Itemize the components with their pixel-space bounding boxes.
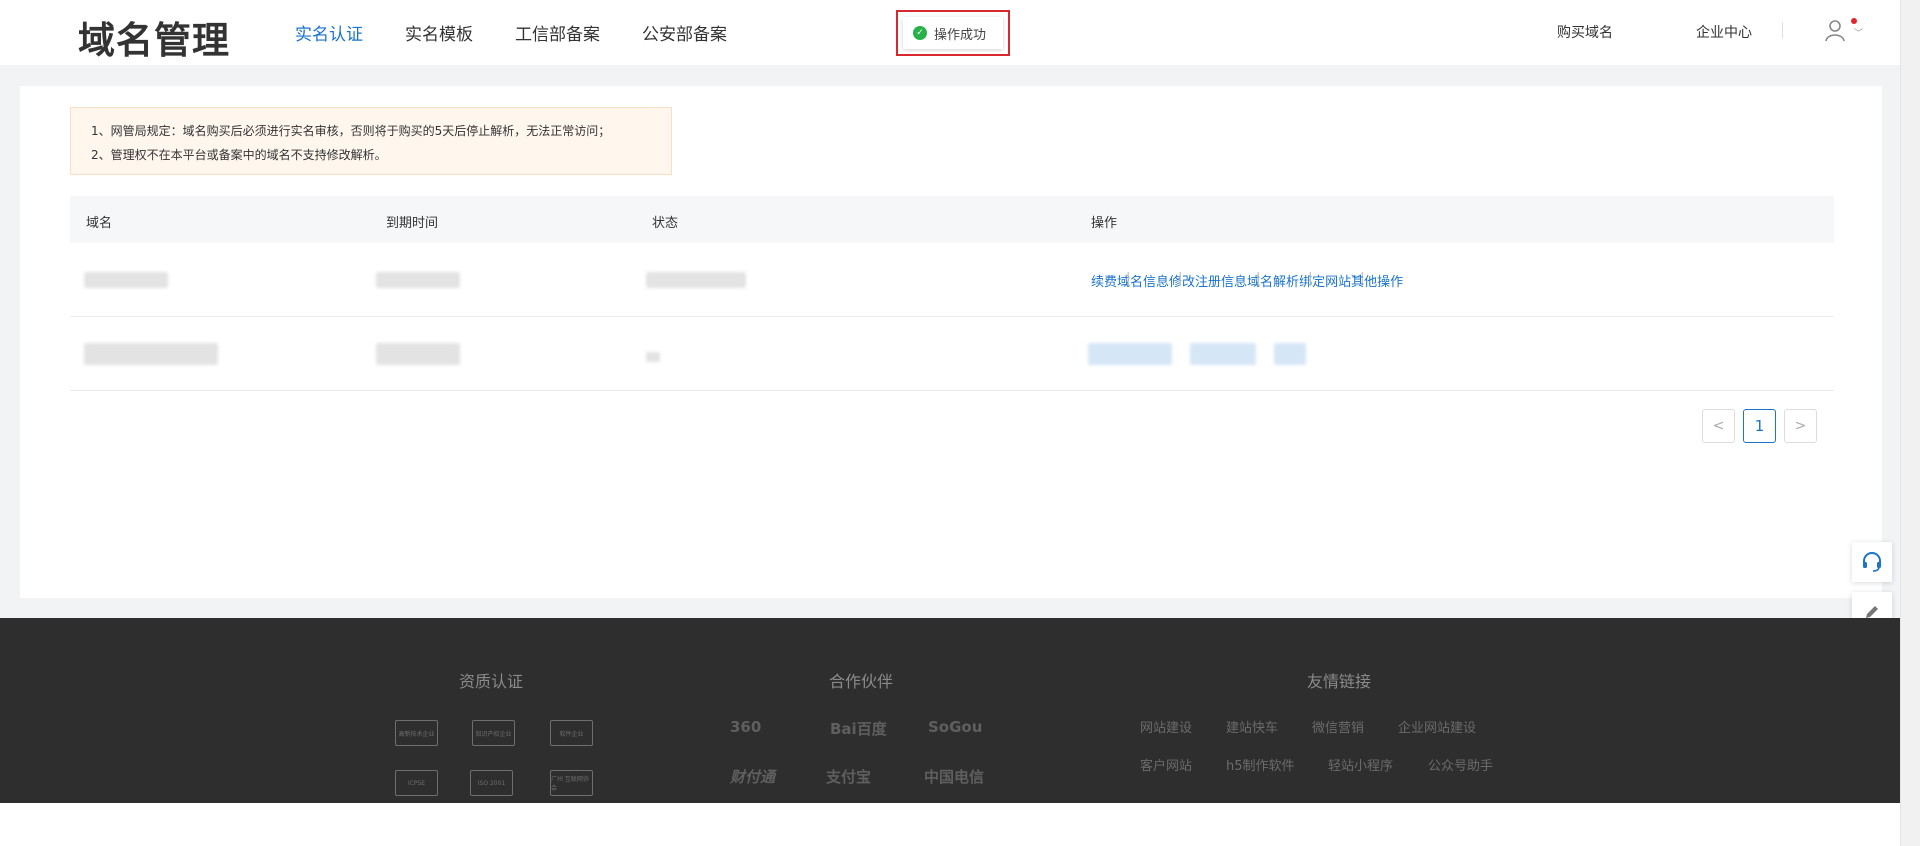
redacted-action (1088, 343, 1172, 365)
pagination-next[interactable]: > (1784, 409, 1817, 443)
footer-link[interactable]: 微信营销 (1312, 717, 1364, 736)
top-header: 域名管理 实名认证 实名模板 工信部备案 公安部备案 ✓ 操作成功 购买域名 企… (0, 0, 1900, 65)
cert-badge: 知识产权企业 (472, 720, 515, 746)
buy-domain-link[interactable]: 购买域名 (1557, 22, 1613, 42)
headset-icon (1863, 552, 1881, 572)
pagination-prev[interactable]: < (1702, 409, 1735, 443)
footer-link[interactable]: h5制作软件 (1226, 755, 1295, 774)
notification-dot (1851, 18, 1857, 24)
partner-logo-sogou: SoGou (928, 718, 983, 736)
col-expire-date: 到期时间 (386, 216, 439, 231)
site-footer: 资质认证 高新技术企业 知识产权企业 软件企业 ICPSE ISO 2001 广… (0, 618, 1900, 803)
redacted-action (1190, 343, 1256, 365)
partner-logo-360: 360 (730, 718, 762, 736)
notice-line-1: 1、网管局规定：域名购买后必须进行实名审核，否则将于购买的5天后停止解析，无法正… (91, 124, 611, 138)
redacted-status (646, 272, 746, 288)
user-menu[interactable]: ﹀ (1824, 18, 1864, 44)
footer-link[interactable]: 客户网站 (1140, 755, 1192, 774)
bind-website-link[interactable]: 绑定网站 (1299, 275, 1351, 290)
col-domain: 域名 (86, 216, 113, 231)
success-toast: ✓ 操作成功 (903, 17, 1003, 49)
main-nav: 实名认证 实名模板 工信部备案 公安部备案 (295, 20, 769, 45)
redacted-domain (84, 272, 168, 288)
header-divider (1782, 22, 1783, 38)
footer-link[interactable]: 网站建设 (1140, 717, 1192, 736)
tab-real-name-auth[interactable]: 实名认证 (295, 20, 363, 45)
redacted-expire-date (376, 343, 460, 365)
redacted-status (646, 352, 660, 362)
col-actions: 操作 (1091, 216, 1118, 231)
success-toast-highlight: ✓ 操作成功 (896, 10, 1010, 56)
partner-logo-baidu: Bai百度 (830, 720, 887, 738)
footer-partners-title: 合作伙伴 (829, 672, 894, 691)
pagination-page-1[interactable]: 1 (1743, 409, 1776, 443)
check-circle-icon: ✓ (913, 26, 927, 40)
chevron-down-icon: ﹀ (1351, 275, 1362, 286)
footer-link[interactable]: 建站快车 (1226, 717, 1278, 736)
tab-police-filing[interactable]: 公安部备案 (642, 20, 727, 45)
footer-link[interactable]: 轻站小程序 (1328, 755, 1393, 774)
dns-resolve-link[interactable]: 域名解析 (1247, 275, 1299, 290)
cert-badge: ISO 2001 (470, 770, 513, 796)
cert-badge: 软件企业 (550, 720, 593, 746)
footer-links-title: 友情链接 (1307, 672, 1372, 691)
page-title: 域名管理 (78, 19, 230, 62)
partner-logo-alipay: 支付宝 (826, 768, 872, 786)
table-header: 域名 到期时间 状态 操作 (70, 196, 1834, 243)
table-row (70, 317, 1834, 391)
tab-real-name-template[interactable]: 实名模板 (405, 20, 473, 45)
enterprise-center-link[interactable]: 企业中心 (1696, 22, 1752, 42)
footer-link[interactable]: 公众号助手 (1428, 755, 1493, 774)
partner-logo-tenpay: 财付通 (730, 768, 776, 786)
chevron-down-icon: ﹀ (1854, 29, 1864, 39)
notice-box: 1、网管局规定：域名购买后必须进行实名审核，否则将于购买的5天后停止解析，无法正… (70, 107, 672, 175)
customer-service-button[interactable] (1852, 542, 1892, 582)
notice-line-2: 2、管理权不在本平台或备案中的域名不支持修改解析。 (91, 148, 387, 162)
cert-badge: 广州 互联网协会 (550, 770, 593, 796)
bottom-blank (0, 803, 1900, 846)
redacted-action (1274, 343, 1306, 365)
domain-info-link[interactable]: 域名信息 (1117, 275, 1169, 290)
toast-message: 操作成功 (934, 27, 987, 43)
footer-cert-title: 资质认证 (459, 672, 524, 691)
page-scrollbar[interactable] (1900, 0, 1920, 846)
redacted-expire-date (376, 272, 460, 288)
domain-table: 域名 到期时间 状态 操作 续费 | 域名信息 | 修改注册信息 | 域名解析 | 绑定网站 | 其… (70, 196, 1834, 391)
user-icon (1825, 20, 1845, 42)
footer-link[interactable]: 企业网站建设 (1398, 717, 1476, 736)
row-actions: 续费 | 域名信息 | 修改注册信息 | 域名解析 | 绑定网站 | 其他操作 ﹀ (1091, 271, 1404, 290)
tab-miit-filing[interactable]: 工信部备案 (515, 20, 600, 45)
renew-link[interactable]: 续费 (1091, 275, 1117, 290)
cert-badge: 高新技术企业 (395, 720, 438, 746)
redacted-domain (84, 343, 218, 365)
col-status: 状态 (652, 216, 679, 231)
partner-logo-china-telecom: 中国电信 (924, 768, 985, 786)
cert-badge: ICPSE (395, 770, 438, 796)
table-row: 续费 | 域名信息 | 修改注册信息 | 域名解析 | 绑定网站 | 其他操作 ﹀ (70, 243, 1834, 317)
